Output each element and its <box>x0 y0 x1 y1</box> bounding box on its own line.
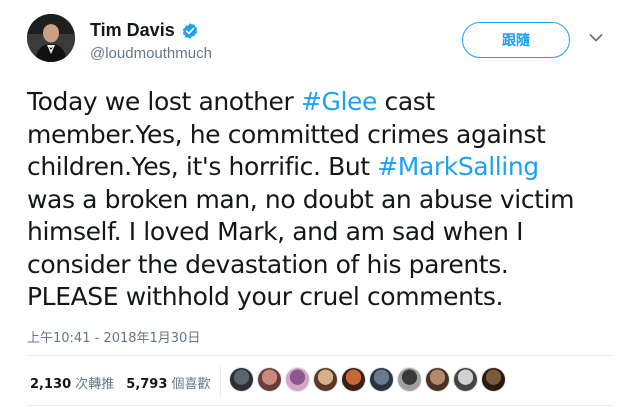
tweet-text-segment: PLEASE withhold your cruel comments. <box>27 282 504 311</box>
liker-avatar[interactable] <box>285 367 310 392</box>
tweet-line: Today we lost another #Glee cast <box>27 86 627 119</box>
tweet-stats: 2,130 次轉推 5,793 個喜歡 <box>30 373 211 392</box>
tweet-text-segment: children.Yes, it's horrific. But <box>27 152 378 181</box>
tweet-line: PLEASE withhold your cruel comments. <box>27 281 627 314</box>
tweet-text-segment: member.Yes, he committed crimes against <box>27 119 546 149</box>
tweet-line: member.Yes, he committed crimes against <box>27 119 627 152</box>
liker-avatar[interactable] <box>453 367 478 392</box>
tweet-text-segment: Today we lost another <box>27 87 301 116</box>
tweet-line: children.Yes, it's horrific. But #MarkSa… <box>27 151 627 184</box>
tweet-timestamp[interactable]: 上午10:41 - 2018年1月30日 <box>27 327 200 346</box>
tweet-line: consider the devastation of his parents. <box>27 249 627 282</box>
hashtag-link[interactable]: #Glee <box>301 87 377 116</box>
liker-avatar[interactable] <box>257 367 282 392</box>
likes-label: 個喜歡 <box>171 377 211 392</box>
author-handle[interactable]: @loudmouthmuch <box>90 45 212 62</box>
liker-avatar[interactable] <box>341 367 366 392</box>
tweet-line: was a broken man, no doubt an abuse vict… <box>27 184 627 217</box>
stats-divider <box>220 366 221 396</box>
tweet-text-segment: himself. I loved Mark, and am sad when I <box>27 217 524 246</box>
divider-top <box>27 355 613 356</box>
likes-stat[interactable]: 5,793 個喜歡 <box>126 373 210 392</box>
divider-bottom <box>27 405 613 406</box>
liker-avatar[interactable] <box>397 367 422 392</box>
tweet-text: Today we lost another #Glee cast member.Y… <box>27 86 627 314</box>
hashtag-link[interactable]: #MarkSalling <box>377 152 539 181</box>
retweets-stat[interactable]: 2,130 次轉推 <box>30 373 114 392</box>
profile-photo-avatar <box>27 14 75 62</box>
tweet-text-segment: consider the devastation of his parents. <box>27 249 509 279</box>
likes-count: 5,793 <box>126 377 168 392</box>
follow-button[interactable]: 跟隨 <box>462 22 570 58</box>
avatar[interactable] <box>27 14 75 62</box>
liker-avatar[interactable] <box>313 367 338 392</box>
retweets-count: 2,130 <box>30 377 72 392</box>
tweet-line: himself. I loved Mark, and am sad when I <box>27 216 627 249</box>
liker-avatar[interactable] <box>369 367 394 392</box>
author-name[interactable]: Tim Davis <box>90 20 175 41</box>
verified-badge-icon <box>181 22 199 40</box>
liker-avatar[interactable] <box>425 367 450 392</box>
tweet-text-segment: cast <box>376 87 436 116</box>
tweet-text-segment: was a broken man, no doubt an abuse vict… <box>27 184 575 214</box>
liker-facepile <box>229 367 506 392</box>
author-name-row: Tim Davis <box>90 20 199 41</box>
chevron-down-icon[interactable] <box>589 33 603 43</box>
liker-avatar[interactable] <box>481 367 506 392</box>
liker-avatar[interactable] <box>229 367 254 392</box>
retweets-label: 次轉推 <box>75 377 115 392</box>
